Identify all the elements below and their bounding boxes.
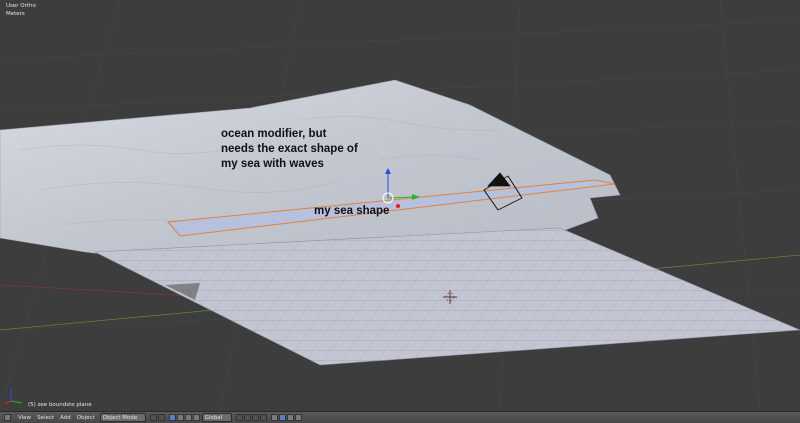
translate-icon[interactable] <box>176 414 184 421</box>
layers-icon[interactable] <box>235 414 243 421</box>
menu-object[interactable]: Object <box>74 413 98 422</box>
orientation-select[interactable]: Global <box>201 413 232 422</box>
menu-add[interactable]: Add <box>57 413 74 422</box>
active-object-info: (5) zee boundste plane <box>28 402 92 408</box>
grid-plane-lines <box>95 228 800 365</box>
mode-select-value: Object Mode <box>102 414 138 421</box>
manipulator-toggle-icon[interactable] <box>168 414 176 421</box>
render-icon[interactable] <box>294 414 302 421</box>
mode-select[interactable]: Object Mode <box>99 413 146 422</box>
grid-plane-shadow <box>165 283 200 300</box>
3d-viewport[interactable]: User Ortho Meters (5) zee boundste plane… <box>0 0 800 411</box>
annotation-ocean-modifier: ocean modifier, but needs the exact shap… <box>221 128 358 170</box>
orientation-select-value: Global <box>204 414 223 421</box>
layer-grid-icon-2[interactable] <box>251 414 259 421</box>
proportional-edit-icon[interactable] <box>270 414 278 421</box>
layer-grid-icon-3[interactable] <box>259 414 267 421</box>
annotation-sea-shape: my sea shape <box>314 205 390 217</box>
snap-target-icon[interactable] <box>286 414 294 421</box>
view-name-label: User Ortho <box>6 3 36 9</box>
units-label: Meters <box>6 11 25 17</box>
rotate-icon[interactable] <box>184 414 192 421</box>
menu-view[interactable]: View <box>15 413 34 422</box>
shading-icon[interactable] <box>149 414 157 421</box>
snap-icon[interactable] <box>278 414 286 421</box>
scene <box>0 0 800 411</box>
editor-type-icon[interactable] <box>4 414 11 421</box>
scale-icon[interactable] <box>192 414 200 421</box>
pivot-icon[interactable] <box>157 414 165 421</box>
menu-select[interactable]: Select <box>34 413 57 422</box>
view-axes-indicator <box>4 388 23 405</box>
layer-grid-icon[interactable] <box>243 414 251 421</box>
viewport-header: View Select Add Object Object Mode Globa… <box>0 411 800 423</box>
